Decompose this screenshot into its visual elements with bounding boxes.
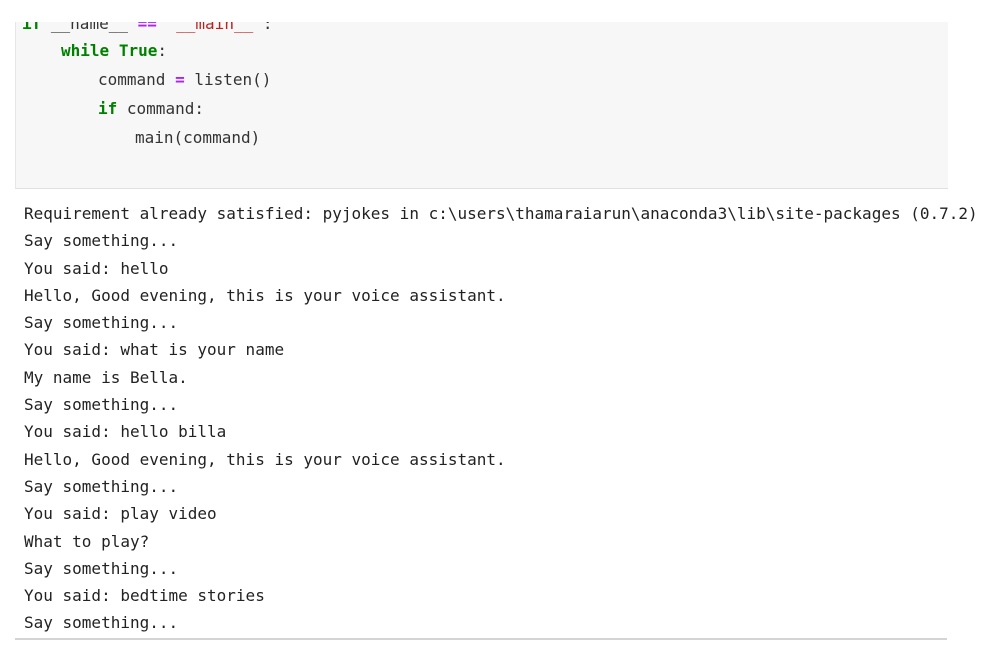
output-line: Hello, Good evening, this is your voice …: [24, 285, 506, 305]
output-line: Hello, Good evening, this is your voice …: [24, 449, 506, 469]
output-bottom-divider: [15, 638, 947, 640]
output-line: You said: what is your name: [24, 340, 285, 360]
colon: :: [262, 22, 273, 33]
main-call: main(command): [135, 128, 261, 147]
output-line: You said: bedtime stories: [24, 586, 265, 606]
output-line: You said: hello: [24, 258, 169, 278]
keyword-if: if: [22, 22, 42, 33]
keyword-while: while: [61, 41, 110, 60]
keyword-true: True: [118, 41, 158, 60]
cell-output: Requirement already satisfied: pyjokes i…: [24, 200, 984, 632]
output-line: What to play?: [24, 531, 150, 551]
output-line: Say something...: [24, 313, 179, 333]
equals-operator: ==: [137, 22, 157, 33]
code-line-if-command: if command:: [98, 94, 204, 124]
listen-call: listen(): [194, 70, 272, 89]
output-line: You said: play video: [24, 504, 217, 524]
command-variable: command: [98, 70, 166, 89]
output-line: Say something...: [24, 231, 179, 251]
code-line-command-assign: command = listen(): [98, 65, 271, 95]
output-line: Say something...: [24, 395, 179, 415]
code-line-while: while True:: [61, 36, 167, 66]
if-condition: command:: [126, 99, 204, 118]
output-line: You said: hello billa: [24, 422, 227, 442]
output-line: Say something...: [24, 558, 179, 578]
code-cell[interactable]: if __name__ == '__main__': while True: c…: [15, 22, 948, 189]
colon: :: [157, 41, 167, 60]
output-line: My name is Bella.: [24, 367, 188, 387]
output-line: Requirement already satisfied: pyjokes i…: [24, 204, 978, 223]
keyword-if: if: [98, 99, 118, 118]
output-line: Say something...: [24, 613, 179, 633]
output-line: Say something...: [24, 476, 179, 496]
code-line-main-call: main(command): [135, 123, 260, 153]
name-variable: __name__: [50, 22, 128, 33]
main-string: '__main__': [166, 22, 263, 33]
assign-operator: =: [175, 70, 185, 89]
